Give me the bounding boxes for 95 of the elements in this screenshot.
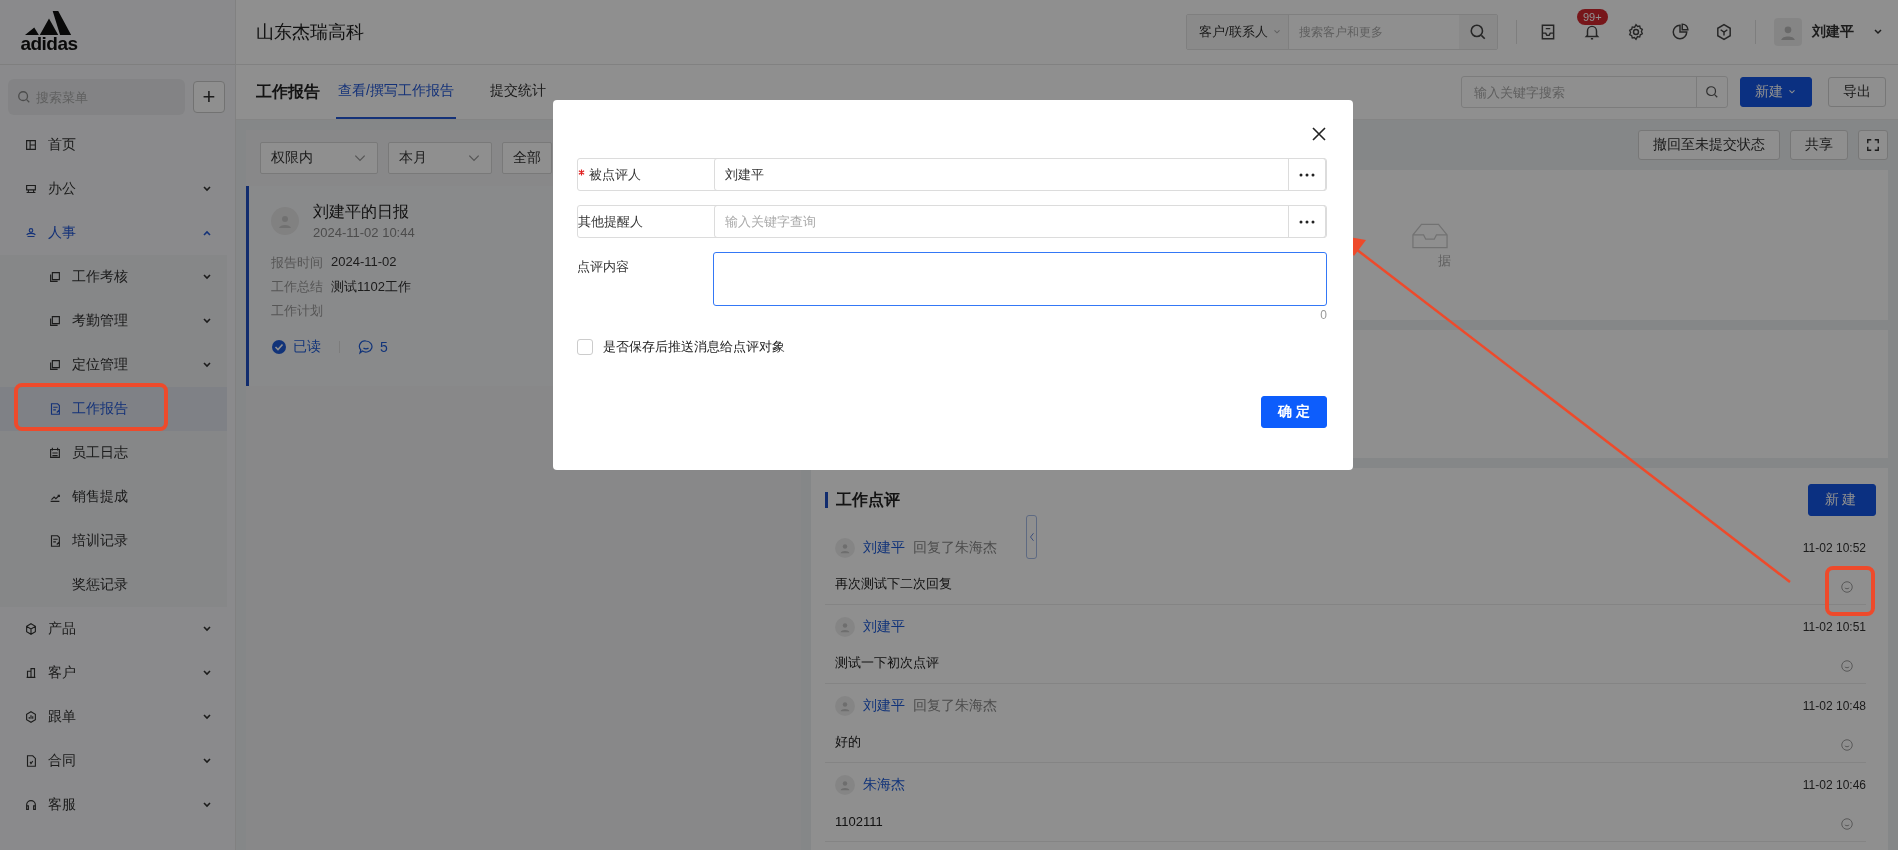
collapse-handle[interactable] (1026, 515, 1037, 559)
comment-count: 5 (380, 339, 388, 355)
comment-text: 再次测试下二次回复 (835, 575, 952, 593)
avatar-icon (835, 538, 855, 558)
nav-item[interactable]: 首页 (0, 123, 235, 167)
nav-item[interactable]: 客服 (0, 783, 235, 827)
checkbox-label: 是否保存后推送消息给点评对象 (603, 338, 785, 356)
stack-icon (48, 270, 62, 284)
fullscreen-button[interactable] (1858, 130, 1888, 160)
nav-item[interactable]: 工作考核 (0, 255, 227, 299)
stack-icon (48, 358, 62, 372)
avatar-icon (835, 696, 855, 716)
nav-item[interactable]: 奖惩记录 (0, 563, 227, 607)
hexagon-icon (24, 710, 38, 724)
bell-icon[interactable] (1583, 23, 1601, 41)
checkbox[interactable] (577, 339, 593, 355)
confirm-button[interactable]: 确 定 (1261, 396, 1327, 428)
chat-bubble-icon (358, 339, 374, 355)
user-name[interactable]: 刘建平 (1812, 23, 1854, 41)
nav-item[interactable]: 客户 (0, 651, 235, 695)
export-button[interactable]: 导出 (1828, 77, 1886, 107)
nav-item[interactable]: 定位管理 (0, 343, 227, 387)
comment-author[interactable]: 刘建平 (863, 539, 905, 557)
calendar-icon (48, 446, 62, 460)
filter-dropdown[interactable]: 本月 (388, 142, 492, 174)
reply-icon[interactable] (1840, 659, 1854, 673)
nav-item[interactable]: 合同 (0, 739, 235, 783)
company-name: 山东杰瑞高科 (256, 21, 365, 44)
reply-icon[interactable] (1840, 738, 1854, 752)
nav-item[interactable]: 考勤管理 (0, 299, 227, 343)
close-icon[interactable] (1311, 126, 1327, 142)
headset-icon (24, 798, 38, 812)
check-circle-icon (271, 339, 287, 355)
reply-icon[interactable] (1840, 580, 1854, 594)
field-value: 测试1102工作 (331, 278, 411, 296)
new-button[interactable]: 新建 (1740, 77, 1812, 107)
nav-item[interactable]: 销售提成 (0, 475, 227, 519)
character-count: 0 (1320, 308, 1327, 322)
search-icon[interactable] (1705, 85, 1719, 99)
people-icon (24, 226, 38, 240)
highlight-frame (1825, 566, 1875, 616)
action-button[interactable]: 共享 (1790, 130, 1848, 160)
tab[interactable]: 查看/撰写工作报告 (336, 65, 456, 119)
panel-icon (24, 138, 38, 152)
stack-icon (48, 314, 62, 328)
add-button[interactable]: + (193, 81, 225, 113)
comment-author[interactable]: 朱海杰 (863, 776, 905, 794)
comment-time: 11-02 10:48 (1802, 699, 1866, 713)
comment-text: 1102111 (835, 813, 883, 829)
hexagon-icon[interactable] (1715, 23, 1733, 41)
nav-item[interactable]: 人事 (0, 211, 235, 255)
cube-icon (24, 622, 38, 636)
notification-badge: 99+ (1577, 9, 1608, 25)
reply-icon[interactable] (1840, 817, 1854, 831)
document-icon (48, 402, 62, 416)
document-icon (48, 534, 62, 548)
filter-button[interactable]: 全部 (502, 142, 552, 174)
avatar-icon (835, 617, 855, 637)
nav-item[interactable]: 员工日志 (0, 431, 227, 475)
comment-textarea[interactable] (713, 252, 1327, 306)
comment-time: 11-02 10:46 (1802, 778, 1866, 792)
nav-item[interactable]: 跟单 (0, 695, 235, 739)
report-title: 刘建平的日报 (313, 202, 410, 222)
filter-dropdown[interactable]: 权限内 (260, 142, 378, 174)
report-datetime: 2024-11-02 10:44 (313, 225, 415, 240)
avatar-icon (271, 207, 299, 235)
comment-author[interactable]: 刘建平 (863, 618, 905, 636)
comment-text: 好的 (835, 733, 861, 751)
avatar-icon (835, 775, 855, 795)
pie-chart-icon[interactable] (1671, 23, 1689, 41)
contract-icon (24, 754, 38, 768)
office-icon (24, 182, 38, 196)
nav-item[interactable]: 培训记录 (0, 519, 227, 563)
comment-time: 11-02 10:51 (1802, 620, 1866, 634)
field-label: 点评内容 (577, 258, 629, 276)
tab[interactable]: 提交统计 (487, 65, 548, 119)
new-comment-button[interactable]: 新建 (1808, 484, 1876, 516)
brand-logo: adidas (12, 11, 86, 53)
settings-icon[interactable] (1627, 23, 1645, 41)
nav-item[interactable]: 产品 (0, 607, 235, 651)
building-icon (24, 666, 38, 680)
section-title: 工作点评 (825, 492, 900, 508)
inbox-icon[interactable] (1539, 23, 1557, 41)
fullscreen-icon (1866, 138, 1880, 152)
comment-time: 11-02 10:52 (1802, 541, 1866, 555)
action-button[interactable]: 撤回至未提交状态 (1638, 130, 1780, 160)
page-title: 工作报告 (256, 81, 320, 102)
nav-item[interactable]: 工作报告 (0, 387, 227, 431)
field-value: 2024-11-02 (331, 254, 397, 271)
nav-item[interactable]: 办公 (0, 167, 235, 211)
search-icon[interactable] (1459, 15, 1497, 49)
read-status: 已读 (293, 338, 321, 356)
comment-author[interactable]: 刘建平 (863, 697, 905, 715)
comment-text: 测试一下初次点评 (835, 654, 939, 672)
search-scope-dropdown[interactable]: 客户/联系人 (1187, 15, 1289, 49)
